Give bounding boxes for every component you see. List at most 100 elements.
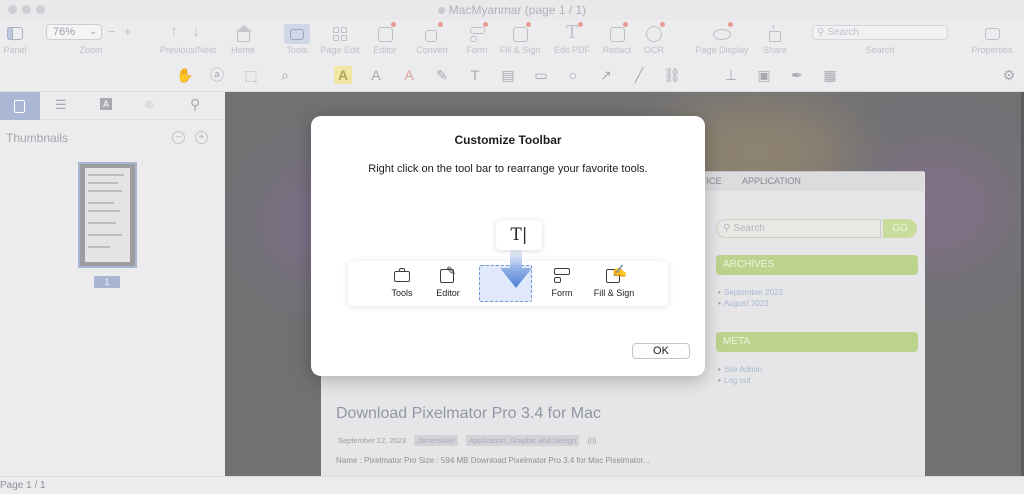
grid-icon: [330, 24, 350, 44]
app-window: MacMyanmar (page 1 / 1) Panel 76% ⌄ − + Z…: [0, 0, 1024, 494]
dragging-text-tool: T|: [496, 220, 542, 250]
highlight-icon[interactable]: A: [334, 66, 352, 84]
post-title: Download Pixelmator Pro 3.4 for Mac: [336, 405, 601, 422]
line-icon[interactable]: ╱: [630, 66, 648, 84]
title-bar: MacMyanmar (page 1 / 1): [0, 0, 1024, 20]
hand-icon[interactable]: ✋: [176, 66, 194, 84]
toolbox-icon: [393, 267, 411, 283]
dialog-message: Right click on the tool bar to rearrange…: [368, 163, 648, 175]
sidebar-tabs: ☰ A ⌾ ⚲: [0, 92, 225, 120]
gear-icon[interactable]: ⚙: [1000, 66, 1018, 84]
meta-link: Site Admin: [724, 365, 762, 374]
properties-button[interactable]: Properties: [968, 20, 1016, 60]
circle-icon[interactable]: ○: [564, 66, 582, 84]
demo-item-editor: ✎ Editor: [436, 264, 460, 298]
archive-link: September 2023: [724, 288, 783, 297]
search-icon: ⚲: [190, 96, 201, 112]
area-zoom-icon[interactable]: ⌕: [276, 66, 294, 84]
website-nav: FICE APPLICATION: [694, 171, 924, 191]
properties-icon: [982, 24, 1002, 44]
panel-button[interactable]: Panel: [2, 20, 28, 60]
zoom-out-button[interactable]: −: [108, 24, 116, 39]
demo-item-tools: Tools: [382, 267, 422, 298]
customize-toolbar-dialog: Customize Toolbar Right click on the too…: [311, 116, 705, 376]
tools-button[interactable]: Tools: [282, 20, 312, 60]
tab-snapshots[interactable]: ⌾: [132, 92, 172, 120]
sidebar: ☰ A ⌾ ⚲ Thumbnails − + 1: [0, 92, 225, 476]
list-icon: ☰: [55, 97, 67, 112]
text-edit-icon: T: [562, 22, 583, 44]
thumbnail-zoom-out-button[interactable]: −: [172, 131, 185, 144]
search-icon: ⚲: [817, 27, 825, 38]
thumbnail-page-number: 1: [94, 276, 120, 288]
table-icon[interactable]: ▦: [821, 66, 839, 84]
search-input[interactable]: ⚲ Search: [812, 25, 948, 40]
window-title: MacMyanmar (page 1 / 1): [0, 3, 1024, 17]
page-icon: [14, 100, 25, 113]
previous-next-button[interactable]: ↑ ↓ Previous/Next: [158, 20, 218, 60]
redact-button[interactable]: Redact: [600, 20, 634, 60]
arrow-icon[interactable]: ↗: [597, 66, 615, 84]
pencil-icon[interactable]: ✎: [433, 66, 451, 84]
page-indicator: Page 1 / 1: [0, 480, 46, 491]
edit-icon: [375, 22, 396, 44]
demo-item-fill-sign: ✍ Fill & Sign: [593, 264, 635, 298]
eye-icon: [712, 22, 733, 44]
arrow-up-icon: ↑: [170, 23, 178, 40]
page-display-button[interactable]: Page Display: [692, 20, 752, 60]
ocr-icon: [644, 22, 665, 44]
tab-search[interactable]: ⚲: [176, 92, 216, 120]
zoom-select[interactable]: 76% ⌄: [46, 24, 102, 40]
crop-icon[interactable]: ⬚: [242, 66, 260, 84]
page-thumbnail[interactable]: [78, 162, 137, 268]
form-icon: [553, 267, 571, 283]
ocr-button[interactable]: OCR: [640, 20, 668, 60]
status-bar: Page 1 / 1: [0, 476, 1024, 494]
fill-sign-icon: ✍: [605, 264, 627, 283]
edit-icon: ✎: [439, 264, 457, 283]
meta-link: Log out: [724, 376, 751, 385]
image-icon[interactable]: ▣: [755, 66, 773, 84]
strikethrough-icon[interactable]: A: [400, 66, 418, 84]
link-icon[interactable]: ⛓: [663, 66, 681, 84]
fill-sign-icon: [510, 22, 531, 44]
post-meta: September 12, 2023 Jameskake Application…: [338, 435, 597, 446]
tab-thumbnails[interactable]: [0, 92, 40, 120]
edit-pdf-button[interactable]: T Edit PDF: [552, 20, 592, 60]
rectangle-icon[interactable]: ▭: [532, 66, 550, 84]
ok-button[interactable]: OK: [632, 343, 690, 359]
drop-arrow-icon: [500, 246, 532, 288]
thumbnail-zoom-in-button[interactable]: +: [195, 131, 208, 144]
editor-button[interactable]: Editor: [370, 20, 400, 60]
archives-heading: ARCHIVES: [716, 255, 918, 275]
archive-link: August 2023: [724, 299, 769, 308]
website-search-input: ⚲ Search: [716, 219, 881, 238]
stamp-icon[interactable]: ⊥: [722, 66, 740, 84]
select-text-icon[interactable]: ⓐ: [208, 66, 226, 84]
toolbox-icon: [284, 24, 310, 44]
convert-button[interactable]: Convert: [410, 20, 454, 60]
home-button[interactable]: Home: [228, 20, 258, 60]
demo-item-form: Form: [542, 267, 582, 298]
zoom-in-button[interactable]: +: [124, 24, 132, 39]
underline-icon[interactable]: A: [367, 66, 385, 84]
chevron-down-icon: ⌄: [89, 26, 97, 36]
camera-icon: ⌾: [145, 97, 153, 112]
meta-heading: META: [716, 332, 918, 352]
arrow-down-icon: ↓: [192, 23, 200, 40]
page-edit-button[interactable]: Page Edit: [320, 20, 360, 60]
note-icon[interactable]: ▤: [499, 66, 517, 84]
website-go-button: GO: [883, 219, 917, 238]
signature-icon[interactable]: ✒: [788, 66, 806, 84]
tab-outline[interactable]: ☰: [42, 92, 82, 120]
annotation-toolbar: ✋ ⓐ ⬚ ⌕ A A A ✎ T ▤ ▭ ○ ↗ ╱ ⛓ ⊥ ▣ ✒ ▦ ⚙: [0, 60, 1024, 92]
share-button[interactable]: ↑ Share: [760, 20, 790, 60]
form-button[interactable]: Form: [462, 20, 492, 60]
tab-annotations[interactable]: A: [86, 92, 126, 120]
convert-icon: [422, 22, 443, 44]
text-box-icon[interactable]: T: [466, 66, 484, 84]
nav-item: APPLICATION: [742, 176, 801, 186]
dialog-title: Customize Toolbar: [454, 133, 562, 147]
fill-sign-button[interactable]: Fill & Sign: [498, 20, 542, 60]
thumbnails-heading: Thumbnails: [6, 131, 69, 145]
